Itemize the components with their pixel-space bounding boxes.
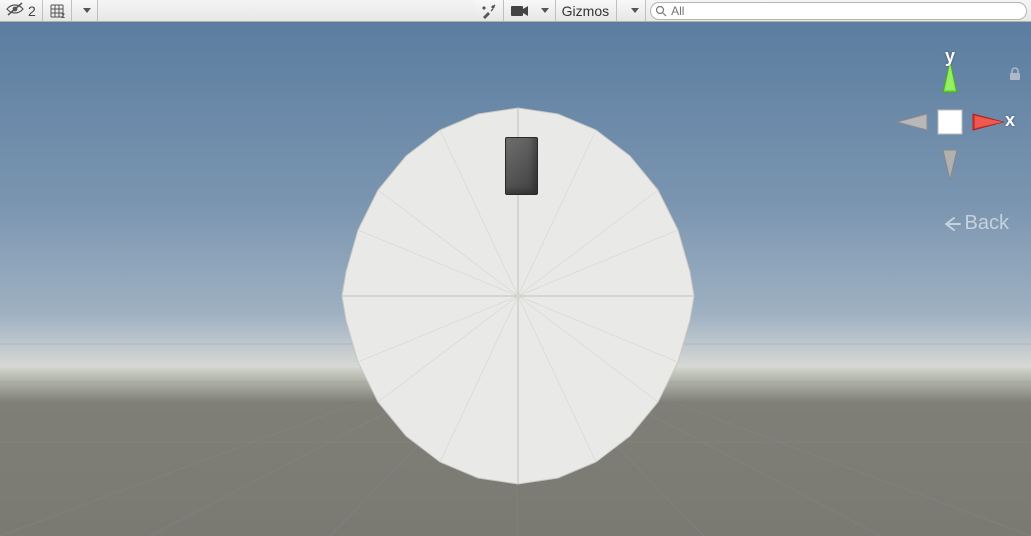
camera-button[interactable]: [510, 0, 530, 21]
gizmos-toggle[interactable]: Gizmos: [562, 0, 609, 21]
grid-snap-dropdown[interactable]: [76, 0, 95, 21]
camera-icon: [510, 4, 530, 18]
search-field[interactable]: [671, 3, 1020, 18]
gizmo-x-label: x: [1005, 110, 1015, 131]
toolbar-divider: [616, 0, 617, 21]
grid-snap-group: z: [43, 0, 98, 21]
camera-dropdown[interactable]: [534, 0, 553, 21]
orientation-gizmo[interactable]: y x: [885, 52, 1015, 222]
visibility-off-icon: [6, 2, 24, 19]
tools-icon: [481, 3, 497, 19]
search-icon: [655, 5, 667, 17]
chevron-down-icon: [83, 8, 91, 13]
chevron-down-icon: [541, 8, 549, 13]
scene-search-input[interactable]: [650, 2, 1027, 20]
svg-text:z: z: [61, 11, 65, 19]
chevron-down-icon: [631, 8, 639, 13]
gizmos-group: Gizmos: [556, 0, 646, 21]
scene-toolbar: 2 z: [0, 0, 1031, 22]
scene-cube-object[interactable]: [505, 137, 538, 195]
hidden-count-label: 2: [28, 3, 36, 19]
scene-viewport[interactable]: y x Back: [0, 22, 1031, 536]
camera-group: [504, 0, 556, 21]
gizmo-y-label: y: [945, 46, 955, 67]
grid-snap-button[interactable]: z: [49, 0, 67, 21]
gizmos-dropdown[interactable]: [624, 0, 643, 21]
toolbar-spacer: [98, 0, 475, 21]
back-button[interactable]: Back: [943, 212, 1009, 235]
hidden-objects-button[interactable]: 2: [0, 0, 43, 21]
gizmos-label: Gizmos: [562, 3, 609, 19]
search-container: [646, 0, 1031, 21]
tools-button[interactable]: [475, 0, 504, 21]
back-arrow-icon: [943, 216, 961, 232]
grid-icon: z: [49, 3, 67, 19]
toolbar-divider: [71, 0, 72, 21]
back-label: Back: [965, 212, 1009, 235]
